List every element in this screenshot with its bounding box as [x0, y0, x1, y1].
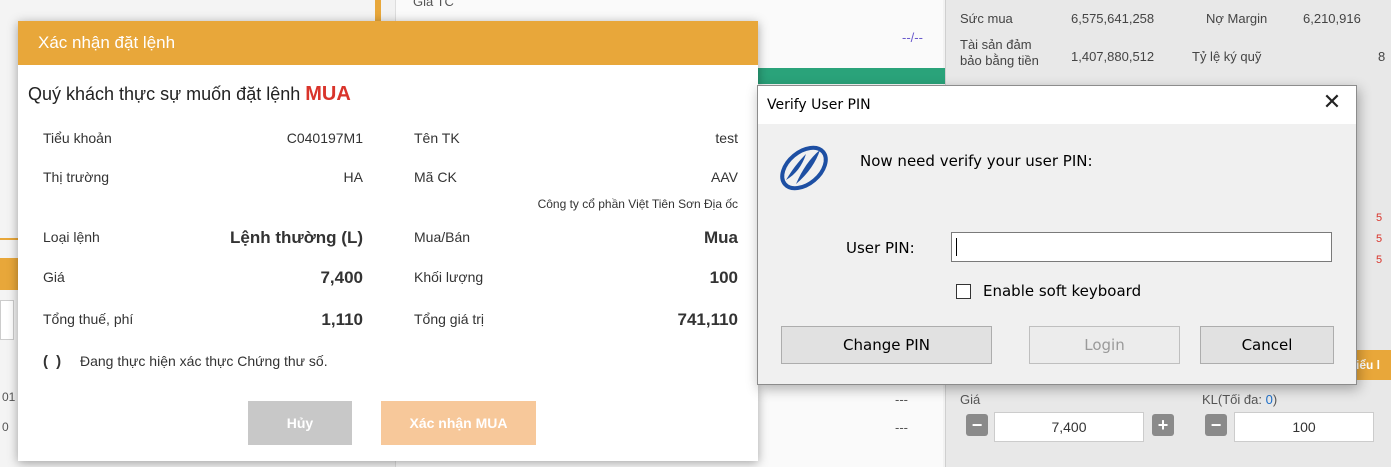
- purchasing-power-value: 6,575,641,258: [1071, 11, 1155, 26]
- company-name: Công ty cổ phần Việt Tiên Sơn Địa ốc: [537, 197, 738, 211]
- deposit-ratio-value: 8: [1378, 49, 1386, 64]
- total-value-value: 741,110: [677, 310, 738, 329]
- total-fee-label: Tổng thuế, phí: [43, 311, 134, 327]
- margin-debt-value: 6,210,916: [1303, 11, 1361, 26]
- login-button[interactable]: Login: [1029, 326, 1180, 364]
- price-decrease-button[interactable]: −: [966, 414, 988, 436]
- purchasing-power-label: Sức mua: [960, 11, 1013, 26]
- total-value-label: Tổng giá trị: [414, 311, 485, 327]
- background-green-bar: [755, 68, 945, 84]
- background-ref-price-label: Giá TC: [413, 0, 454, 9]
- pin-message: Now need verify your user PIN:: [860, 152, 1093, 170]
- account-name-label: Tên TK: [414, 130, 460, 146]
- verify-pin-dialog: Verify User PIN ✕ Now need verify your u…: [757, 85, 1357, 385]
- loading-spinner-icon: ( ): [43, 353, 64, 370]
- account-name-value: test: [715, 130, 738, 146]
- margin-debt-label: Nợ Margin: [1206, 11, 1268, 26]
- collateral-value: 1,407,880,512: [1071, 49, 1155, 64]
- order-qty-label: KL(Tối đa: 0): [1202, 392, 1278, 407]
- soft-keyboard-checkbox[interactable]: [956, 284, 971, 299]
- market-label: Thị trường: [43, 169, 110, 185]
- sub-account-value: C040197M1: [286, 130, 363, 146]
- price-label: Giá: [43, 269, 65, 285]
- modal-title: Xác nhận đặt lệnh: [18, 21, 758, 65]
- collateral-label: bảo bằng tiền: [960, 53, 1039, 68]
- close-icon[interactable]: ✕: [1318, 90, 1346, 115]
- text-cursor: [956, 238, 957, 256]
- qty-decrease-button[interactable]: −: [1205, 414, 1227, 436]
- confirm-buy-button[interactable]: Xác nhận MUA: [381, 401, 536, 445]
- soft-keyboard-label[interactable]: Enable soft keyboard: [983, 282, 1141, 300]
- symbol-value: AAV: [711, 169, 738, 185]
- background-row-dash: ---: [895, 392, 908, 407]
- market-value: HA: [343, 169, 363, 185]
- buy-sell-label: Mua/Bán: [414, 229, 471, 245]
- background-left-text: 01: [2, 390, 16, 404]
- order-type-value: Lệnh thường (L): [230, 228, 363, 247]
- price-value: 7,400: [320, 268, 363, 287]
- background-orange-button[interactable]: iểu l: [1352, 350, 1391, 380]
- right-edge-value: 5: [1376, 233, 1383, 245]
- collateral-label: Tài sản đảm: [960, 37, 1032, 52]
- background-left-text: 0: [2, 420, 9, 434]
- order-qty-input[interactable]: 100: [1234, 412, 1374, 442]
- buy-sell-value: Mua: [704, 228, 738, 247]
- pin-dialog-title: Verify User PIN: [767, 97, 871, 113]
- quantity-value: 100: [709, 268, 738, 287]
- cancel-pin-button[interactable]: Cancel: [1200, 326, 1334, 364]
- deposit-ratio-label: Tỷ lệ ký quỹ: [1192, 49, 1262, 64]
- pin-label: User PIN:: [846, 239, 915, 257]
- quantity-label: Khối lượng: [414, 269, 484, 285]
- right-edge-value: 5: [1376, 254, 1383, 266]
- certificate-status-text: Đang thực hiện xác thực Chứng thư số.: [80, 353, 328, 369]
- symbol-label: Mã CK: [414, 169, 457, 185]
- background-left-field: [0, 300, 14, 340]
- sub-account-label: Tiểu khoản: [43, 130, 112, 146]
- total-fee-value: 1,110: [321, 310, 363, 329]
- vnpt-logo-icon: [780, 145, 828, 191]
- order-side: MUA: [305, 83, 351, 105]
- order-type-label: Loại lệnh: [43, 229, 100, 245]
- change-pin-button[interactable]: Change PIN: [781, 326, 992, 364]
- background-row-dash: ---: [895, 420, 908, 435]
- confirm-question: Quý khách thực sự muốn đặt lệnh MUA: [28, 83, 351, 106]
- background-dash-value: --/--: [902, 30, 923, 45]
- order-price-input[interactable]: 7,400: [994, 412, 1144, 442]
- price-increase-button[interactable]: +: [1152, 414, 1174, 436]
- user-pin-input[interactable]: [951, 232, 1332, 262]
- pin-dialog-titlebar: Verify User PIN ✕: [758, 86, 1356, 124]
- order-price-label: Giá: [960, 392, 981, 407]
- order-confirm-modal: Xác nhận đặt lệnh Quý khách thực sự muốn…: [18, 21, 758, 461]
- confirm-question-text: Quý khách thực sự muốn đặt lệnh: [28, 84, 301, 104]
- cancel-order-button[interactable]: Hủy: [248, 401, 352, 445]
- right-edge-value: 5: [1376, 212, 1383, 224]
